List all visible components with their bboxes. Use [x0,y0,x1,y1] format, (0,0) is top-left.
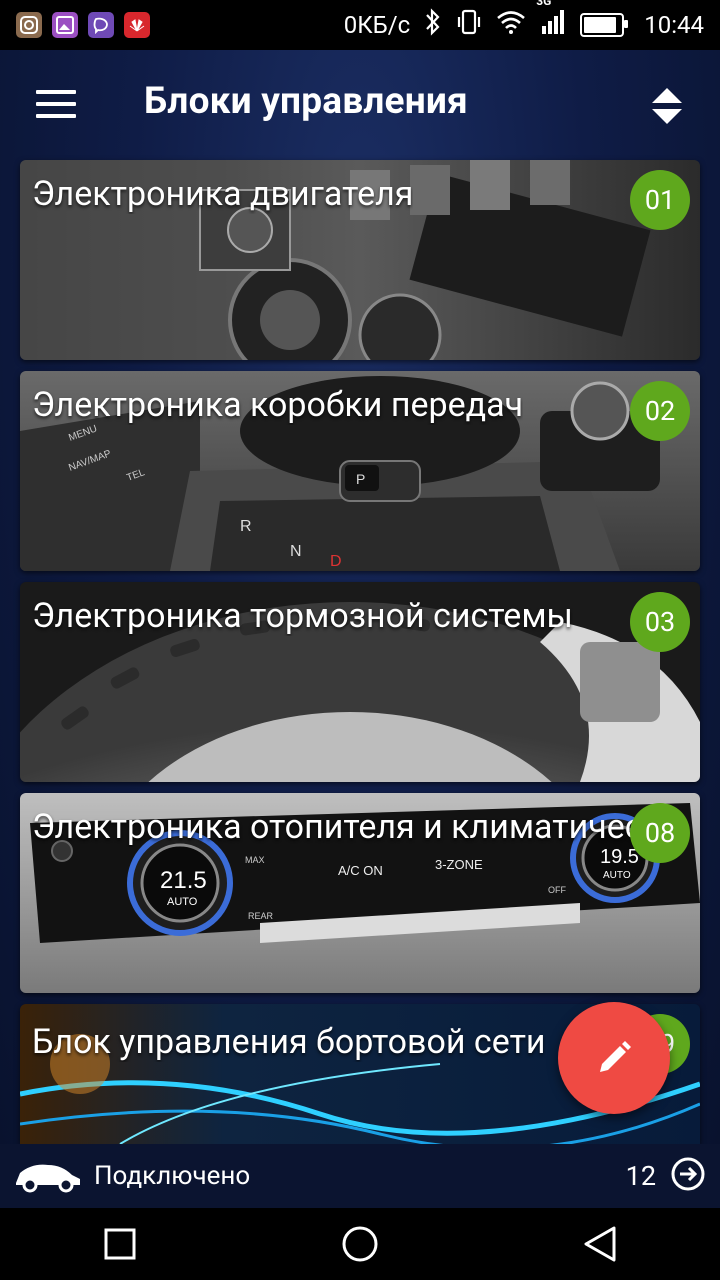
clock: 10:44 [644,11,704,39]
viber-icon [88,12,114,38]
battery-icon [580,13,629,37]
max-label: MAX [245,855,265,865]
control-unit-card-engine[interactable]: Электроника двигателя 01 [20,160,700,360]
triangle-back-icon [584,1226,616,1262]
square-icon [104,1228,136,1260]
instagram-icon [16,12,42,38]
system-nav-bar [0,1208,720,1280]
connection-status: Подключено [94,1161,251,1191]
gallery-icon [52,12,78,38]
circle-icon [342,1226,378,1262]
home-button[interactable] [320,1214,400,1274]
card-title: Электроника коробки передач [32,385,524,425]
card-badge: 08 [630,803,690,863]
off-label: OFF [548,885,566,895]
connection-count: 12 [625,1160,656,1192]
right-temp: 19.5 [600,846,639,868]
gear-r-label: R [240,518,252,535]
app-screen: 0КБ/с 3G 10:44 Блоки управления Электрон… [0,0,720,1280]
exit-icon[interactable] [670,1156,706,1196]
wifi-icon [496,10,526,40]
vibrate-icon [456,8,482,42]
app-bar: Блоки управления [0,50,720,160]
connection-bar: Подключено 12 [0,1144,720,1208]
card-title: Электроника тормозной системы [32,596,573,636]
card-badge: 01 [630,170,690,230]
control-unit-card-climate[interactable]: 21.5 AUTO 19.5 AUTO A/C ON 3-ZONE MAX RE… [20,793,700,993]
recent-apps-button[interactable] [80,1214,160,1274]
control-unit-card-brakes[interactable]: Электроника тормозной системы 03 [20,582,700,782]
edit-fab-button[interactable] [558,1002,670,1114]
network-speed: 0КБ/с [343,11,411,39]
card-badge: 02 [630,381,690,441]
card-title: Электроника отопителя и климатической ус… [32,807,642,847]
control-unit-card-gearbox[interactable]: P R N D MENU NAV/MAP TEL Электроника кор… [20,371,700,571]
card-title: Электроника двигателя [32,174,414,214]
signal-icon: 3G [536,0,566,42]
back-button[interactable] [560,1214,640,1274]
ac-label: A/C ON [338,863,383,878]
rear-label: REAR [248,911,274,921]
left-temp: 21.5 [160,867,207,894]
left-mode: AUTO [167,896,198,908]
gear-d-label: D [330,553,342,570]
car-icon [16,1164,80,1193]
card-title: Блок управления бортовой сети [32,1022,546,1062]
huawei-icon [124,12,150,38]
gear-n-label: N [290,543,302,560]
gear-p-label: P [356,471,365,487]
right-mode: AUTO [603,870,631,881]
sort-icon[interactable] [650,86,684,126]
pencil-icon [600,1041,631,1072]
bluetooth-icon [424,8,442,42]
zone-label: 3-ZONE [435,857,483,872]
hamburger-icon[interactable] [36,90,76,118]
page-title: Блоки управления [144,80,468,123]
card-badge: 03 [630,592,690,652]
status-bar: 0КБ/с 3G 10:44 [0,0,720,50]
